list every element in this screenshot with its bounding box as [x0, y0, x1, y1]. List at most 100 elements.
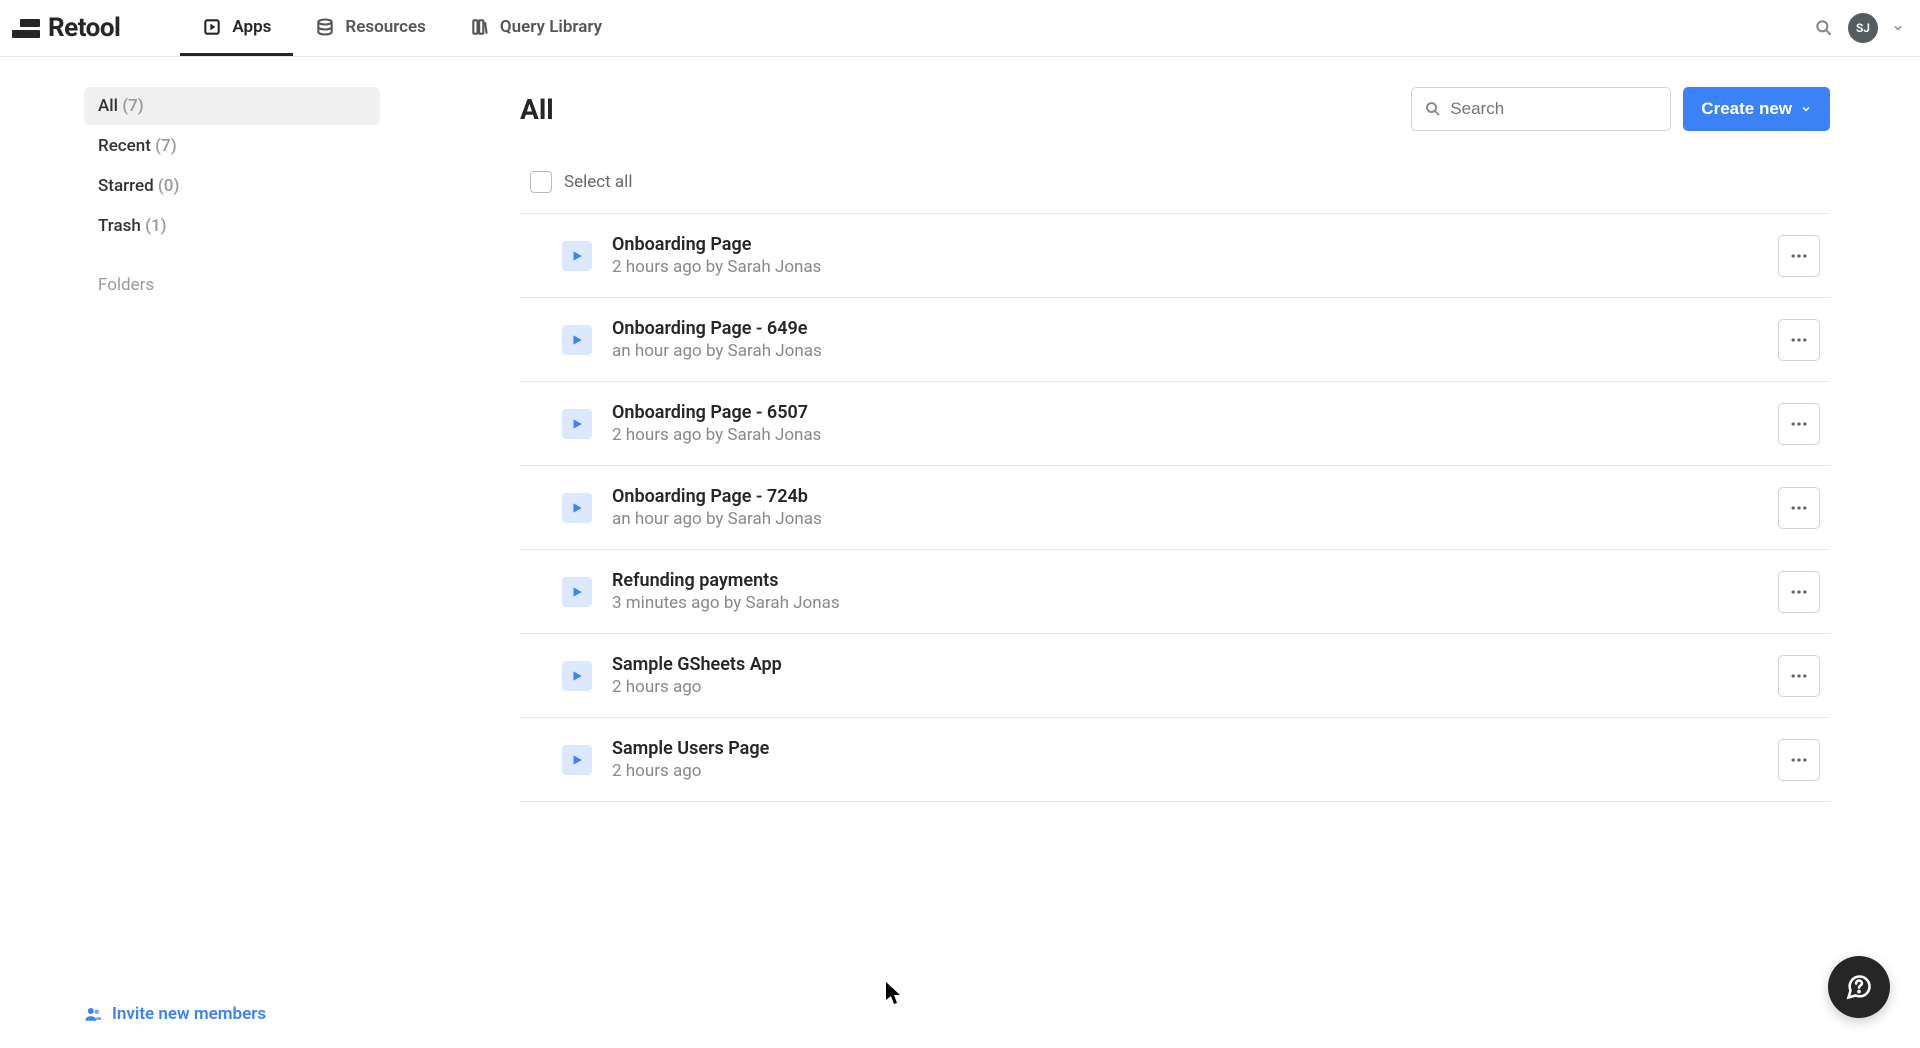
sidebar-item-starred[interactable]: Starred (0): [84, 167, 380, 205]
sidebar-item-count: (7): [122, 96, 144, 116]
avatar-initials: SJ: [1856, 21, 1870, 35]
logo-text: Retool: [48, 13, 120, 43]
more-horizontal-icon: [1789, 414, 1809, 434]
sidebar-item-label: Recent: [98, 136, 151, 156]
app-info: Onboarding Page - 649ean hour ago by Sar…: [612, 318, 1778, 361]
user-menu-chevron[interactable]: [1892, 19, 1904, 38]
nav-tab-apps[interactable]: Apps: [180, 0, 293, 56]
chevron-down-icon: [1800, 103, 1812, 115]
more-horizontal-icon: [1789, 750, 1809, 770]
play-icon: [570, 585, 584, 599]
nav-tab-label: Query Library: [500, 17, 602, 37]
app-name: Onboarding Page - 724b: [612, 486, 1778, 507]
nav-tab-label: Apps: [232, 17, 271, 37]
global-search-button[interactable]: [1814, 18, 1834, 38]
more-horizontal-icon: [1789, 246, 1809, 266]
more-actions-button[interactable]: [1778, 319, 1820, 361]
nav-tab-label: Resources: [345, 17, 426, 37]
select-all-row: Select all: [520, 171, 1830, 213]
nav-right: SJ: [1814, 13, 1904, 43]
more-actions-button[interactable]: [1778, 739, 1820, 781]
app-meta: 3 minutes ago by Sarah Jonas: [612, 593, 1778, 613]
invite-members-link[interactable]: Invite new members: [84, 1004, 380, 1024]
app-row[interactable]: Refunding payments3 minutes ago by Sarah…: [520, 550, 1830, 634]
play-icon: [570, 669, 584, 683]
logo-mark-icon: [12, 19, 40, 38]
invite-label: Invite new members: [112, 1004, 266, 1024]
page-title: All: [520, 93, 554, 126]
sidebar: All (7)Recent (7)Starred (0)Trash (1) Fo…: [0, 57, 430, 1048]
app-meta: an hour ago by Sarah Jonas: [612, 509, 1778, 529]
app-name: Sample GSheets App: [612, 654, 1778, 675]
app-meta: 2 hours ago by Sarah Jonas: [612, 257, 1778, 277]
app-row[interactable]: Onboarding Page - 65072 hours ago by Sar…: [520, 382, 1830, 466]
app-info: Sample GSheets App2 hours ago: [612, 654, 1778, 697]
logo[interactable]: Retool: [12, 13, 120, 43]
search-input[interactable]: [1450, 99, 1658, 119]
app-icon: [562, 745, 592, 775]
app-name: Refunding payments: [612, 570, 1778, 591]
app-meta: 2 hours ago: [612, 677, 1778, 697]
sidebar-item-label: All: [98, 96, 118, 116]
app-icon: [562, 577, 592, 607]
sidebar-item-label: Trash: [98, 216, 141, 236]
sidebar-item-trash[interactable]: Trash (1): [84, 207, 380, 245]
database-icon: [315, 17, 335, 37]
sidebar-item-count: (0): [158, 176, 180, 196]
app-icon: [562, 661, 592, 691]
main-header: All Create new: [520, 87, 1830, 131]
nav-tab-resources[interactable]: Resources: [293, 0, 448, 56]
app-name: Onboarding Page - 649e: [612, 318, 1778, 339]
app-info: Sample Users Page2 hours ago: [612, 738, 1778, 781]
app-row[interactable]: Onboarding Page - 724ban hour ago by Sar…: [520, 466, 1830, 550]
create-new-button[interactable]: Create new: [1683, 87, 1830, 131]
more-horizontal-icon: [1789, 582, 1809, 602]
play-icon: [570, 501, 584, 515]
app-name: Sample Users Page: [612, 738, 1778, 759]
sidebar-item-all[interactable]: All (7): [84, 87, 380, 125]
select-all-label: Select all: [564, 172, 632, 192]
help-button[interactable]: [1828, 956, 1890, 1018]
select-all-checkbox[interactable]: [530, 171, 552, 193]
play-icon: [570, 249, 584, 263]
app-row[interactable]: Sample Users Page2 hours ago: [520, 718, 1830, 802]
apps-icon: [202, 17, 222, 37]
app-meta: 2 hours ago by Sarah Jonas: [612, 425, 1778, 445]
nav-tab-query-library[interactable]: Query Library: [448, 0, 624, 56]
app-info: Onboarding Page2 hours ago by Sarah Jona…: [612, 234, 1778, 277]
app-info: Refunding payments3 minutes ago by Sarah…: [612, 570, 1778, 613]
search-box[interactable]: [1411, 87, 1671, 131]
sidebar-item-count: (7): [155, 136, 177, 156]
app-meta: an hour ago by Sarah Jonas: [612, 341, 1778, 361]
app-name: Onboarding Page - 6507: [612, 402, 1778, 423]
app-icon: [562, 493, 592, 523]
app-name: Onboarding Page: [612, 234, 1778, 255]
create-label: Create new: [1701, 99, 1792, 119]
play-icon: [570, 333, 584, 347]
more-horizontal-icon: [1789, 498, 1809, 518]
sidebar-item-count: (1): [145, 216, 167, 236]
app-list: Onboarding Page2 hours ago by Sarah Jona…: [520, 213, 1830, 802]
help-icon: [1845, 973, 1873, 1001]
more-actions-button[interactable]: [1778, 403, 1820, 445]
more-actions-button[interactable]: [1778, 655, 1820, 697]
user-avatar[interactable]: SJ: [1848, 13, 1878, 43]
app-row[interactable]: Onboarding Page - 649ean hour ago by Sar…: [520, 298, 1830, 382]
nav-tabs: Apps Resources Query Library: [180, 0, 624, 56]
more-horizontal-icon: [1789, 330, 1809, 350]
app-row[interactable]: Sample GSheets App2 hours ago: [520, 634, 1830, 718]
content: All (7)Recent (7)Starred (0)Trash (1) Fo…: [0, 57, 1920, 1048]
app-info: Onboarding Page - 65072 hours ago by Sar…: [612, 402, 1778, 445]
app-icon: [562, 325, 592, 355]
books-icon: [470, 17, 490, 37]
sidebar-item-recent[interactable]: Recent (7): [84, 127, 380, 165]
more-actions-button[interactable]: [1778, 571, 1820, 613]
more-actions-button[interactable]: [1778, 487, 1820, 529]
app-icon: [562, 241, 592, 271]
more-horizontal-icon: [1789, 666, 1809, 686]
app-row[interactable]: Onboarding Page2 hours ago by Sarah Jona…: [520, 214, 1830, 298]
app-meta: 2 hours ago: [612, 761, 1778, 781]
more-actions-button[interactable]: [1778, 235, 1820, 277]
sidebar-folders-label: Folders: [84, 275, 380, 295]
search-icon: [1814, 18, 1834, 38]
